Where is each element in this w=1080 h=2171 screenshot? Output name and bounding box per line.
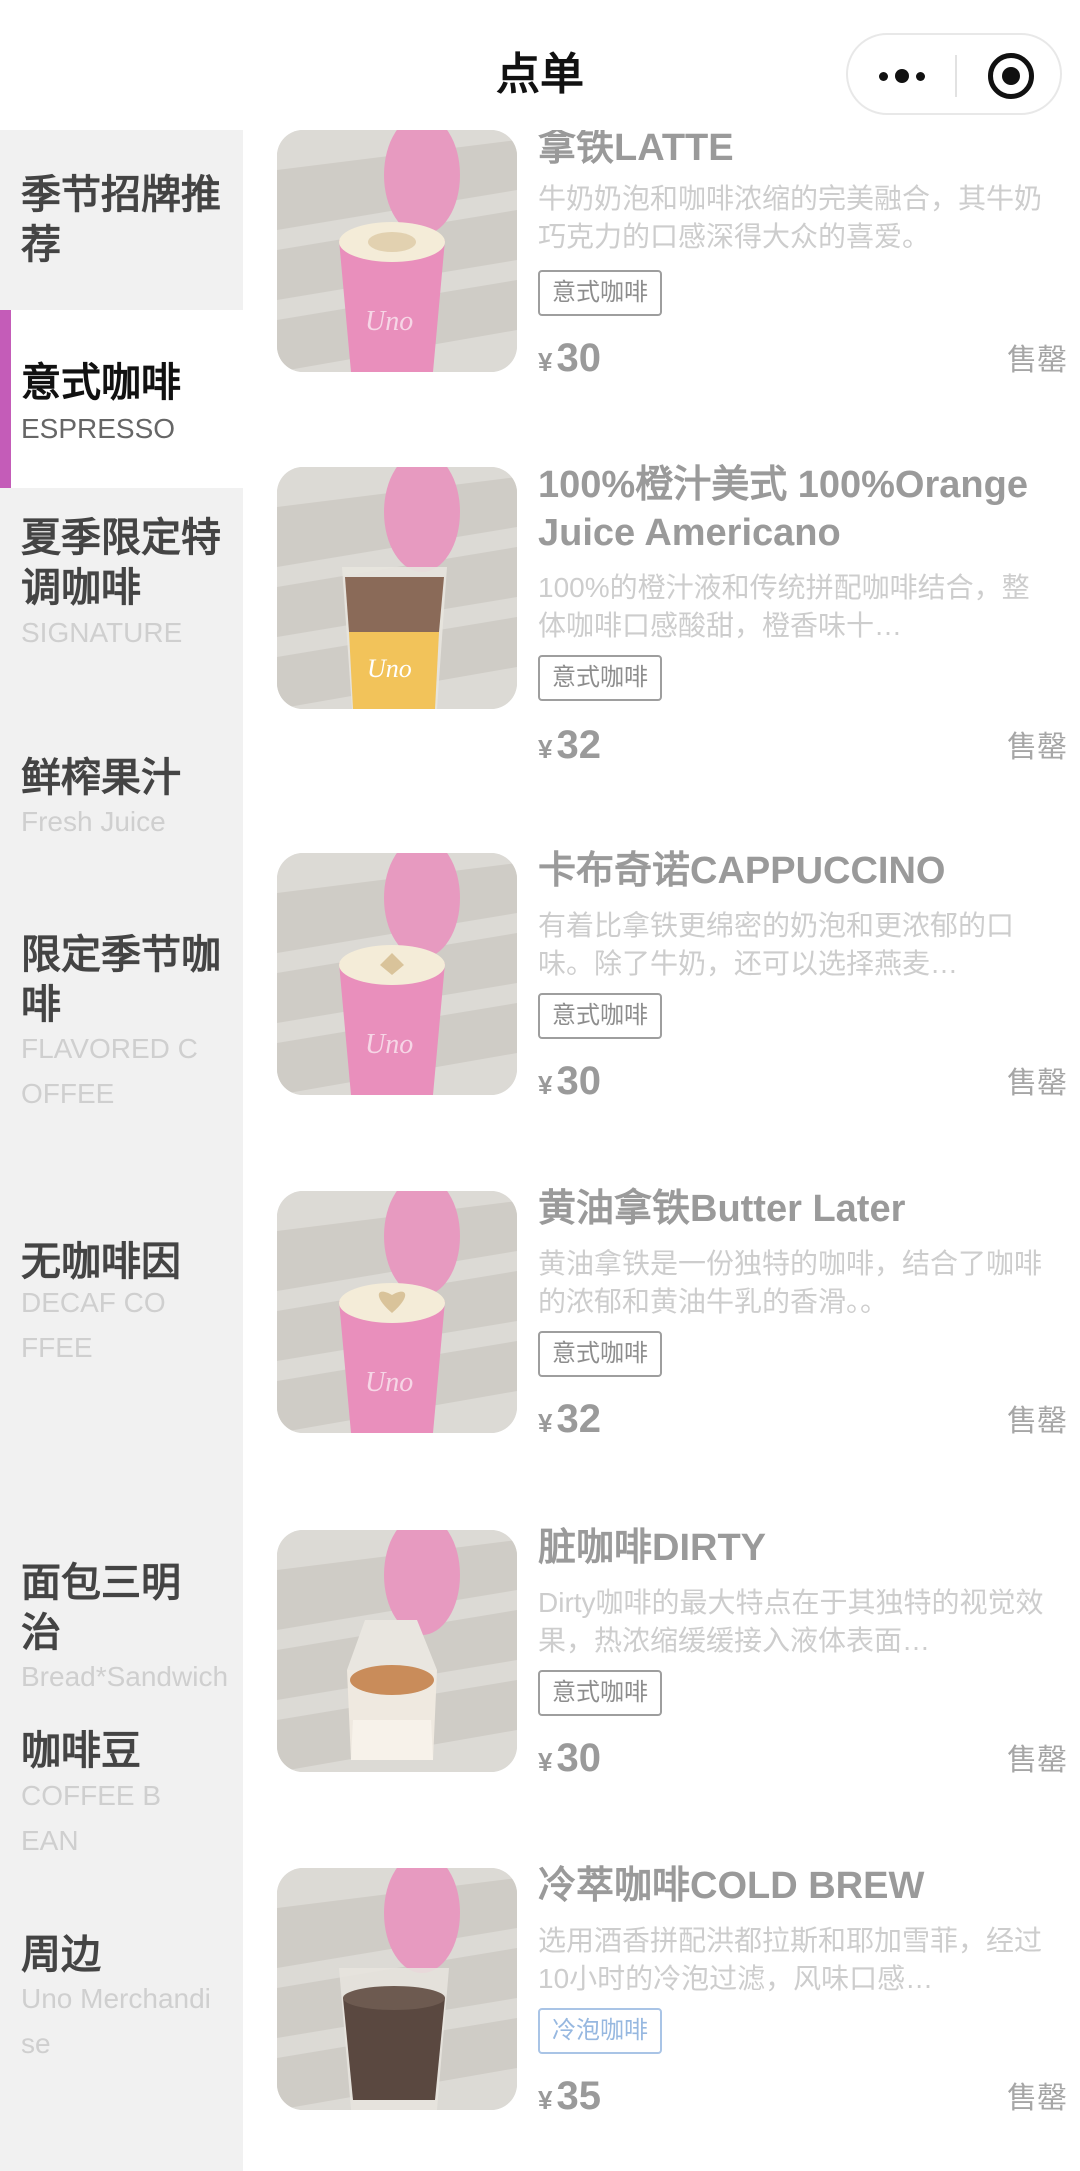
category-name: 鲜榨果汁 [21, 756, 181, 800]
category-name: 面包三明治 [21, 1561, 181, 1655]
product-description: 有着比拿铁更绵密的奶泡和更浓郁的口味。除了牛奶，还可以选择燕麦… [538, 910, 1015, 979]
capsule-divider [955, 55, 957, 97]
category-item[interactable]: 限定季节咖啡 FLAVORED COFFEE [0, 890, 243, 1140]
category-name: 夏季限定特调咖啡 [21, 516, 221, 610]
svg-text:Uno: Uno [365, 1029, 413, 1060]
latte-photo: Uno [277, 130, 517, 372]
category-item[interactable]: 季节招牌推荐 [0, 130, 243, 310]
product-price: ¥35 [538, 2074, 601, 2118]
svg-text:Uno: Uno [367, 654, 412, 683]
product-card[interactable]: 冷萃咖啡COLD BREW 选用酒香拼配洪都拉斯和耶加雪菲，经过10小时的冷泡过… [277, 1865, 1067, 2118]
category-item-active[interactable]: 意式咖啡 ESPRESSO [0, 310, 243, 488]
dirty-coffee-photo [277, 1530, 517, 1772]
product-name: 拿铁LATTE [538, 127, 734, 169]
product-card[interactable]: Uno 拿铁LATTE 牛奶奶泡和咖啡浓缩的完美融合，其牛奶巧克力的口感深得大众… [277, 127, 1067, 380]
orange-americano-photo: Uno [277, 467, 517, 709]
category-name-en: FLAVORED COFFEE [21, 1033, 198, 1109]
cappuccino-photo: Uno [277, 853, 517, 1095]
category-name-en: Uno Merchandise [21, 1983, 211, 2059]
active-indicator [0, 310, 11, 488]
category-item[interactable]: 咖啡豆 COFFEE BEAN [0, 1700, 243, 1930]
product-card[interactable]: 脏咖啡DIRTY Dirty咖啡的最大特点在于其独特的视觉效果，热浓缩缓缓接入液… [277, 1527, 1067, 1780]
product-name: 卡布奇诺CAPPUCCINO [538, 850, 946, 892]
product-description: 100%的橙汁液和传统拼配咖啡结合，整体咖啡口感酸甜，橙香味十… [538, 572, 1030, 641]
category-sidebar: 季节招牌推荐 意式咖啡 ESPRESSO 夏季限定特调咖啡 SIGNATURE … [0, 130, 243, 2171]
sold-out-label: 售罄 [1007, 731, 1067, 764]
category-name-en: Bread*Sandwich [21, 1661, 229, 1692]
product-tag: 意式咖啡 [538, 1331, 662, 1377]
product-tag: 意式咖啡 [538, 655, 662, 701]
category-item[interactable]: 周边 Uno Merchandise [0, 1930, 243, 2171]
product-name: 100%橙汁美式 100%Orange Juice Americano [538, 464, 1028, 554]
category-item[interactable]: 鲜榨果汁 Fresh Juice [0, 710, 243, 890]
category-name-en: Fresh Juice [21, 806, 166, 837]
product-card[interactable]: Uno 黄油拿铁Butter Later 黄油拿铁是一份独特的咖啡，结合了咖啡的… [277, 1188, 1067, 1441]
product-price: ¥30 [538, 1059, 601, 1103]
product-tag: 冷泡咖啡 [538, 2008, 662, 2054]
sold-out-label: 售罄 [1007, 344, 1067, 377]
category-item[interactable]: 无咖啡因 DECAF COFFEE [0, 1140, 243, 1430]
svg-text:Uno: Uno [365, 306, 413, 337]
category-name: 季节招牌推荐 [21, 173, 221, 267]
sold-out-label: 售罄 [1007, 1744, 1067, 1777]
category-name: 限定季节咖啡 [21, 933, 221, 1027]
category-name: 咖啡豆 [21, 1729, 141, 1773]
product-tag: 意式咖啡 [538, 1670, 662, 1716]
mini-program-capsule [846, 33, 1062, 115]
product-tag: 意式咖啡 [538, 993, 662, 1039]
product-name: 冷萃咖啡COLD BREW [538, 1865, 925, 1907]
butter-latte-photo: Uno [277, 1191, 517, 1433]
category-name-en: ESPRESSO [21, 413, 176, 444]
product-description: 牛奶奶泡和咖啡浓缩的完美融合，其牛奶巧克力的口感深得大众的喜爱。 [538, 183, 1043, 252]
navigation-bar: 点单 [0, 0, 1080, 130]
product-description: Dirty咖啡的最大特点在于其独特的视觉效果，热浓缩缓缓接入液体表面… [538, 1587, 1044, 1656]
product-description: 选用酒香拼配洪都拉斯和耶加雪菲，经过10小时的冷泡过滤，风味口感… [538, 1925, 1043, 1994]
product-price: ¥32 [538, 1397, 601, 1441]
product-card[interactable]: Uno 100%橙汁美式 100%Orange Juice Americano … [277, 464, 1067, 767]
sold-out-label: 售罄 [1007, 1405, 1067, 1438]
product-name: 黄油拿铁Butter Later [538, 1188, 906, 1230]
product-price: ¥30 [538, 336, 601, 380]
more-options-icon[interactable] [848, 35, 955, 117]
sold-out-label: 售罄 [1007, 1067, 1067, 1100]
svg-text:Uno: Uno [365, 1367, 413, 1398]
product-name: 脏咖啡DIRTY [538, 1527, 767, 1569]
sold-out-label: 售罄 [1007, 2082, 1067, 2115]
category-item[interactable]: 夏季限定特调咖啡 SIGNATURE [0, 488, 243, 710]
close-miniprogram-icon[interactable] [988, 53, 1034, 99]
product-price: ¥30 [538, 1736, 601, 1780]
category-name: 周边 [21, 1933, 101, 1977]
product-tag: 意式咖啡 [538, 270, 662, 316]
category-name: 意式咖啡 [21, 361, 181, 405]
product-card[interactable]: Uno 卡布奇诺CAPPUCCINO 有着比拿铁更绵密的奶泡和更浓郁的口味。除了… [277, 850, 1067, 1103]
category-item[interactable]: 面包三明治 Bread*Sandwich [0, 1430, 243, 1700]
category-name-en: COFFEE BEAN [21, 1780, 162, 1856]
product-description: 黄油拿铁是一份独特的咖啡，结合了咖啡的浓郁和黄油牛乳的香滑。。 [538, 1248, 1043, 1317]
category-name-en: SIGNATURE [21, 617, 183, 648]
cold-brew-photo [277, 1868, 517, 2110]
category-name-en: DECAF COFFEE [21, 1287, 166, 1363]
product-price: ¥32 [538, 723, 601, 767]
